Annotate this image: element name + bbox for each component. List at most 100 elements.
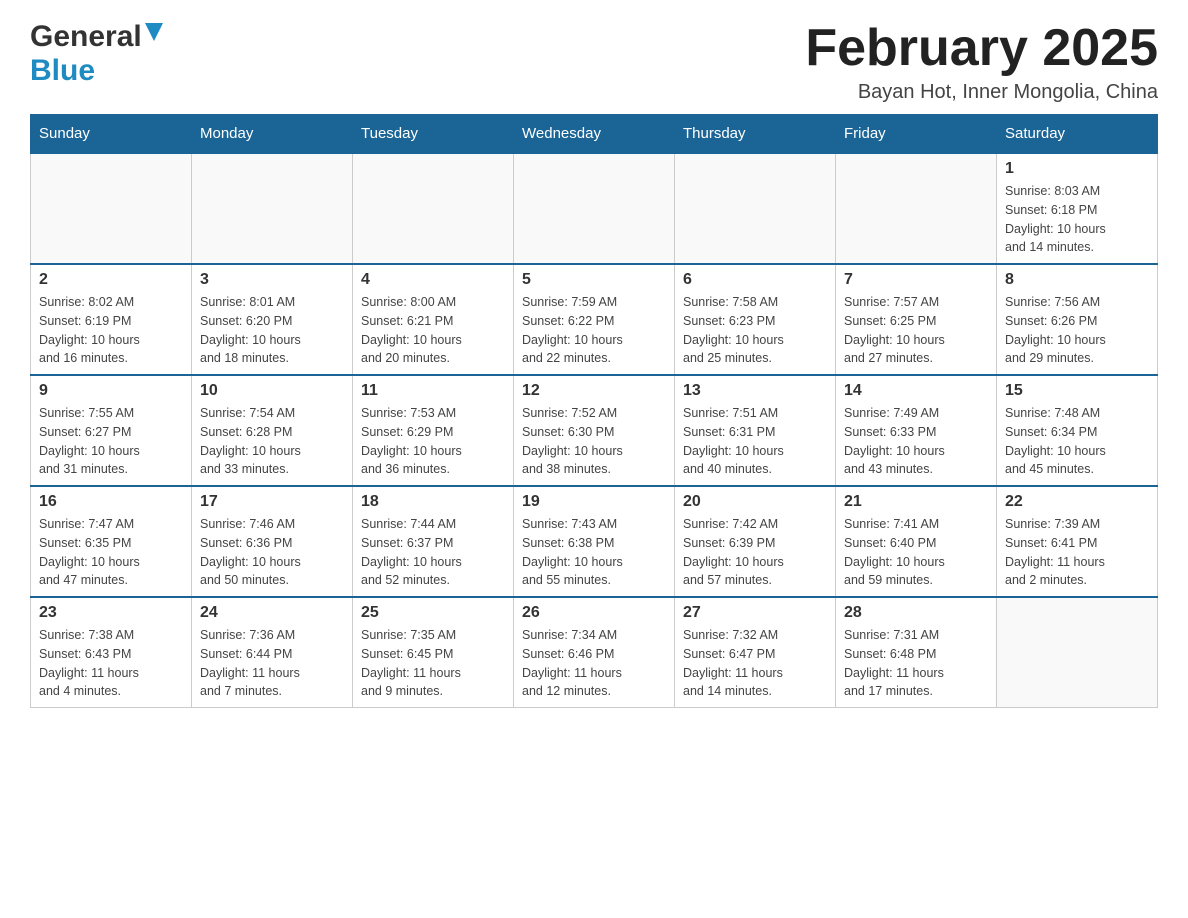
day-number: 2 (39, 271, 183, 289)
calendar-day: 12 Sunrise: 7:52 AM Sunset: 6:30 PM Dayli… (514, 375, 675, 486)
day-info: Sunrise: 7:34 AM Sunset: 6:46 PM Dayligh… (522, 626, 666, 701)
day-info: Sunrise: 7:38 AM Sunset: 6:43 PM Dayligh… (39, 626, 183, 701)
calendar-day: 24Sunrise: 7:36 AM Sunset: 6:44 PM Dayli… (192, 597, 353, 708)
calendar-day: 21 Sunrise: 7:41 AM Sunset: 6:40 PM Dayli… (836, 486, 997, 597)
calendar-day: 26 Sunrise: 7:34 AM Sunset: 6:46 PM Dayli… (514, 597, 675, 708)
calendar-day: 10 Sunrise: 7:54 AM Sunset: 6:28 PM Dayli… (192, 375, 353, 486)
calendar-table: Sunday Monday Tuesday Wednesday Thursday… (30, 114, 1158, 708)
calendar-day: 16 Sunrise: 7:47 AM Sunset: 6:35 PM Dayli… (31, 486, 192, 597)
day-info: Sunrise: 7:58 AM Sunset: 6:23 PM Dayligh… (683, 293, 827, 368)
calendar-week-4: 16 Sunrise: 7:47 AM Sunset: 6:35 PM Dayli… (31, 486, 1158, 597)
day-number: 12 (522, 382, 666, 400)
calendar-day: 25 Sunrise: 7:35 AM Sunset: 6:45 PM Dayli… (353, 597, 514, 708)
day-number: 22 (1005, 493, 1149, 511)
day-info: Sunrise: 7:47 AM Sunset: 6:35 PM Dayligh… (39, 515, 183, 590)
calendar-day: 15 Sunrise: 7:48 AM Sunset: 6:34 PM Dayli… (997, 375, 1158, 486)
day-info: Sunrise: 7:48 AM Sunset: 6:34 PM Dayligh… (1005, 404, 1149, 479)
calendar-day: 3 Sunrise: 8:01 AM Sunset: 6:20 PM Daylig… (192, 264, 353, 375)
month-title: February 2025 (805, 20, 1158, 77)
calendar-day: 14 Sunrise: 7:49 AM Sunset: 6:33 PM Dayli… (836, 375, 997, 486)
day-info: Sunrise: 8:00 AM Sunset: 6:21 PM Dayligh… (361, 293, 505, 368)
calendar-day: 9 Sunrise: 7:55 AM Sunset: 6:27 PM Daylig… (31, 375, 192, 486)
calendar-day: 4 Sunrise: 8:00 AM Sunset: 6:21 PM Daylig… (353, 264, 514, 375)
calendar-day (192, 153, 353, 264)
day-number: 18 (361, 493, 505, 511)
day-info: Sunrise: 7:56 AM Sunset: 6:26 PM Dayligh… (1005, 293, 1149, 368)
title-section: February 2025 Bayan Hot, Inner Mongolia,… (805, 20, 1158, 104)
col-sunday: Sunday (31, 115, 192, 154)
day-info: Sunrise: 7:57 AM Sunset: 6:25 PM Dayligh… (844, 293, 988, 368)
day-info: Sunrise: 7:51 AM Sunset: 6:31 PM Dayligh… (683, 404, 827, 479)
day-info: Sunrise: 7:52 AM Sunset: 6:30 PM Dayligh… (522, 404, 666, 479)
day-number: 7 (844, 271, 988, 289)
calendar-day (31, 153, 192, 264)
day-info: Sunrise: 7:39 AM Sunset: 6:41 PM Dayligh… (1005, 515, 1149, 590)
day-number: 9 (39, 382, 183, 400)
day-number: 8 (1005, 271, 1149, 289)
calendar-day (675, 153, 836, 264)
day-number: 23 (39, 604, 183, 622)
logo-blue-text: Blue (30, 54, 95, 87)
calendar-day: 19 Sunrise: 7:43 AM Sunset: 6:38 PM Dayli… (514, 486, 675, 597)
day-number: 11 (361, 382, 505, 400)
logo-arrow-icon (145, 23, 163, 46)
calendar-day (836, 153, 997, 264)
calendar-day: 7 Sunrise: 7:57 AM Sunset: 6:25 PM Daylig… (836, 264, 997, 375)
day-number: 20 (683, 493, 827, 511)
page-header: General Blue February 2025 Bayan Hot, In… (30, 20, 1158, 104)
day-info: Sunrise: 8:02 AM Sunset: 6:19 PM Dayligh… (39, 293, 183, 368)
day-number: 5 (522, 271, 666, 289)
day-info: Sunrise: 7:49 AM Sunset: 6:33 PM Dayligh… (844, 404, 988, 479)
day-info: Sunrise: 7:46 AM Sunset: 6:36 PM Dayligh… (200, 515, 344, 590)
day-number: 6 (683, 271, 827, 289)
day-number: 4 (361, 271, 505, 289)
day-info: Sunrise: 7:42 AM Sunset: 6:39 PM Dayligh… (683, 515, 827, 590)
calendar-day: 8 Sunrise: 7:56 AM Sunset: 6:26 PM Daylig… (997, 264, 1158, 375)
calendar-day: 13Sunrise: 7:51 AM Sunset: 6:31 PM Dayli… (675, 375, 836, 486)
calendar-day (514, 153, 675, 264)
calendar-week-5: 23 Sunrise: 7:38 AM Sunset: 6:43 PM Dayli… (31, 597, 1158, 708)
calendar-day: 28Sunrise: 7:31 AM Sunset: 6:48 PM Dayli… (836, 597, 997, 708)
day-number: 21 (844, 493, 988, 511)
col-tuesday: Tuesday (353, 115, 514, 154)
col-wednesday: Wednesday (514, 115, 675, 154)
day-number: 28 (844, 604, 988, 622)
day-number: 27 (683, 604, 827, 622)
day-number: 19 (522, 493, 666, 511)
calendar-day: 2 Sunrise: 8:02 AM Sunset: 6:19 PM Daylig… (31, 264, 192, 375)
col-monday: Monday (192, 115, 353, 154)
day-number: 1 (1005, 160, 1149, 178)
day-number: 26 (522, 604, 666, 622)
day-info: Sunrise: 7:41 AM Sunset: 6:40 PM Dayligh… (844, 515, 988, 590)
calendar-day: 22 Sunrise: 7:39 AM Sunset: 6:41 PM Dayli… (997, 486, 1158, 597)
day-info: Sunrise: 7:54 AM Sunset: 6:28 PM Dayligh… (200, 404, 344, 479)
day-number: 25 (361, 604, 505, 622)
day-info: Sunrise: 7:43 AM Sunset: 6:38 PM Dayligh… (522, 515, 666, 590)
day-number: 3 (200, 271, 344, 289)
calendar-week-2: 2 Sunrise: 8:02 AM Sunset: 6:19 PM Daylig… (31, 264, 1158, 375)
day-info: Sunrise: 7:53 AM Sunset: 6:29 PM Dayligh… (361, 404, 505, 479)
logo-general-text: General (30, 20, 142, 54)
calendar-day: 23 Sunrise: 7:38 AM Sunset: 6:43 PM Dayli… (31, 597, 192, 708)
col-friday: Friday (836, 115, 997, 154)
col-thursday: Thursday (675, 115, 836, 154)
day-info: Sunrise: 8:03 AM Sunset: 6:18 PM Dayligh… (1005, 182, 1149, 257)
logo: General Blue (30, 20, 163, 88)
day-info: Sunrise: 8:01 AM Sunset: 6:20 PM Dayligh… (200, 293, 344, 368)
day-number: 14 (844, 382, 988, 400)
calendar-day: 1 Sunrise: 8:03 AM Sunset: 6:18 PM Daylig… (997, 153, 1158, 264)
calendar-day: 5Sunrise: 7:59 AM Sunset: 6:22 PM Daylig… (514, 264, 675, 375)
location-subtitle: Bayan Hot, Inner Mongolia, China (805, 81, 1158, 104)
calendar-header-row: Sunday Monday Tuesday Wednesday Thursday… (31, 115, 1158, 154)
day-number: 15 (1005, 382, 1149, 400)
calendar-day: 27Sunrise: 7:32 AM Sunset: 6:47 PM Dayli… (675, 597, 836, 708)
calendar-week-1: 1 Sunrise: 8:03 AM Sunset: 6:18 PM Daylig… (31, 153, 1158, 264)
day-number: 16 (39, 493, 183, 511)
day-number: 24 (200, 604, 344, 622)
calendar-day: 6 Sunrise: 7:58 AM Sunset: 6:23 PM Daylig… (675, 264, 836, 375)
day-info: Sunrise: 7:55 AM Sunset: 6:27 PM Dayligh… (39, 404, 183, 479)
day-number: 10 (200, 382, 344, 400)
day-info: Sunrise: 7:35 AM Sunset: 6:45 PM Dayligh… (361, 626, 505, 701)
calendar-week-3: 9 Sunrise: 7:55 AM Sunset: 6:27 PM Daylig… (31, 375, 1158, 486)
day-number: 17 (200, 493, 344, 511)
